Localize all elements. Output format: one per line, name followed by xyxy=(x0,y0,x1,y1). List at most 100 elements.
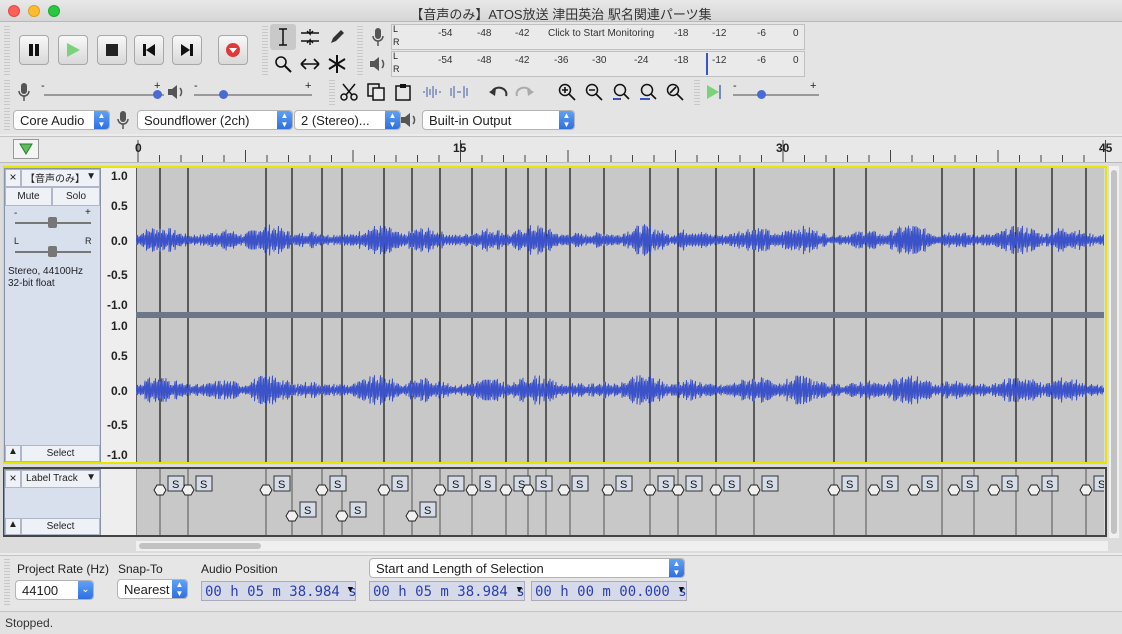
draw-tool[interactable] xyxy=(324,24,350,50)
record-meter[interactable]: L R -54 -48 -42 Click to Start Monitorin… xyxy=(391,24,805,50)
zoom-toggle-button[interactable] xyxy=(663,80,687,104)
envelope-icon xyxy=(301,29,319,45)
selection-length-field[interactable]: 00 h 00 m 00.000 s ▼ xyxy=(531,581,687,601)
recording-device-value: Soundflower (2ch) xyxy=(144,113,250,128)
toolbar-grip[interactable] xyxy=(4,80,10,106)
gain-slider-thumb[interactable] xyxy=(48,217,57,228)
play-button[interactable] xyxy=(58,35,88,65)
skip-to-start-button[interactable] xyxy=(134,35,164,65)
zoom-out-button[interactable] xyxy=(582,80,606,104)
record-icon xyxy=(226,43,240,57)
cut-button[interactable] xyxy=(337,80,361,104)
collapse-label-track-button[interactable]: ▲ xyxy=(5,518,21,535)
monitor-label[interactable]: Click to Start Monitoring xyxy=(548,28,654,39)
record-button[interactable] xyxy=(218,35,248,65)
pan-slider-thumb[interactable] xyxy=(48,246,57,257)
fit-project-icon xyxy=(640,83,657,100)
label-marker-icon xyxy=(315,484,329,496)
recording-device-select[interactable]: Soundflower (2ch) ▲ ▼ xyxy=(137,110,293,130)
toolbar-grip[interactable] xyxy=(262,26,268,76)
label-text: S xyxy=(334,479,341,491)
track-name-menu[interactable]: 【音声のみ】 ▼ xyxy=(21,169,100,187)
label-marker-icon xyxy=(521,484,535,496)
waveform-display[interactable] xyxy=(136,168,1104,462)
horizontal-scroll-thumb[interactable] xyxy=(139,543,261,549)
output-volume-slider[interactable] xyxy=(194,94,312,96)
undo-button[interactable] xyxy=(486,80,510,104)
envelope-tool[interactable] xyxy=(297,24,323,50)
label-text: S xyxy=(690,479,697,491)
skip-to-end-button[interactable] xyxy=(172,35,202,65)
fit-selection-button[interactable] xyxy=(609,80,633,104)
time-shift-tool[interactable] xyxy=(297,51,323,77)
audio-host-select[interactable]: Core Audio ▲ ▼ xyxy=(13,110,110,130)
copy-button[interactable] xyxy=(364,80,388,104)
recording-channels-value: 2 (Stereo)... xyxy=(301,113,370,128)
input-volume-slider[interactable] xyxy=(44,94,164,96)
selection-start-field[interactable]: 00 h 05 m 38.984 s ▼ xyxy=(369,581,525,601)
output-volume-thumb[interactable] xyxy=(219,90,228,99)
label-track-area[interactable]: S S SSSSSSS S S S S S S S S S S S S S S S S xyxy=(136,469,1104,535)
toolbar-grip[interactable] xyxy=(4,559,10,607)
play-meter[interactable]: L R -54 -48 -42 -36 -30 -24 -18 -12 -6 0 xyxy=(391,51,805,77)
trim-button[interactable] xyxy=(420,80,444,104)
project-rate-select[interactable]: 44100 ⌄ xyxy=(15,580,94,600)
fit-project-button[interactable] xyxy=(636,80,660,104)
triangle-down-icon: ▼ xyxy=(516,585,522,595)
label-track-close-button[interactable]: × xyxy=(5,470,21,488)
label-marker-icon xyxy=(947,484,961,496)
zoom-tool[interactable] xyxy=(270,51,296,77)
play-at-speed-button[interactable] xyxy=(702,80,726,104)
toolbar-grip[interactable] xyxy=(357,26,363,76)
input-slider-max: + xyxy=(154,80,161,92)
selection-mode-select[interactable]: Start and Length of Selection ▲ ▼ xyxy=(369,558,685,578)
toolbar-grip[interactable] xyxy=(4,108,10,132)
vertical-scroll-thumb[interactable] xyxy=(1111,170,1117,534)
redo-button[interactable] xyxy=(513,80,537,104)
toolbar-grip[interactable] xyxy=(4,26,10,76)
playback-device-select[interactable]: Built-in Output ▲ ▼ xyxy=(422,110,575,130)
track-close-button[interactable]: × xyxy=(5,169,21,187)
multi-tool[interactable] xyxy=(324,51,350,77)
audio-position-field[interactable]: 00 h 05 m 38.984 s ▼ xyxy=(201,581,357,601)
double-arrow-icon xyxy=(300,58,320,70)
toolbar-grip[interactable] xyxy=(329,80,335,106)
label-text: S xyxy=(1098,479,1104,491)
selection-tool[interactable] xyxy=(270,24,296,50)
mute-button[interactable]: Mute xyxy=(5,187,52,206)
chevron-updown-icon: ▲ ▼ xyxy=(559,111,574,129)
pan-left-label: L xyxy=(14,236,20,246)
paste-button[interactable] xyxy=(391,80,415,104)
meter-tick: -48 xyxy=(477,28,492,39)
meter-tick: -48 xyxy=(477,55,492,66)
snap-to-select[interactable]: Nearest ▲ ▼ xyxy=(117,579,188,599)
silence-button[interactable] xyxy=(447,80,471,104)
label-marker-icon xyxy=(335,510,349,522)
chevron-updown-icon: ▲ ▼ xyxy=(669,559,684,577)
label-text: S xyxy=(424,505,431,517)
recording-channels-select[interactable]: 2 (Stereo)... ▲ ▼ xyxy=(294,110,401,130)
playback-speed-slider[interactable] xyxy=(733,94,819,96)
meter-tick: -6 xyxy=(757,55,766,66)
toolbar-grip[interactable] xyxy=(694,80,700,106)
label-marker-icon xyxy=(601,484,615,496)
stop-button[interactable] xyxy=(97,35,127,65)
zoom-in-button[interactable] xyxy=(555,80,579,104)
solo-button[interactable]: Solo xyxy=(52,187,100,206)
playback-speed-thumb[interactable] xyxy=(757,90,766,99)
ruler-label: 15 xyxy=(453,141,467,155)
horizontal-scrollbar[interactable] xyxy=(136,541,1108,551)
label-marker-icon xyxy=(747,484,761,496)
select-label-track-button[interactable]: Select xyxy=(21,518,100,535)
label-text: S xyxy=(966,479,973,491)
pause-button[interactable] xyxy=(19,35,49,65)
record-meter-button[interactable] xyxy=(365,24,391,50)
select-track-button[interactable]: Select xyxy=(21,445,100,462)
project-rate-value: 44100 xyxy=(22,583,59,598)
timeline-options-button[interactable] xyxy=(13,139,39,159)
label-track-name-menu[interactable]: Label Track ▼ xyxy=(21,470,100,488)
play-meter-button[interactable] xyxy=(365,51,391,77)
zoom-in-icon xyxy=(558,83,576,101)
scale-label: -1.0 xyxy=(107,298,128,312)
collapse-track-button[interactable]: ▲ xyxy=(5,445,21,462)
